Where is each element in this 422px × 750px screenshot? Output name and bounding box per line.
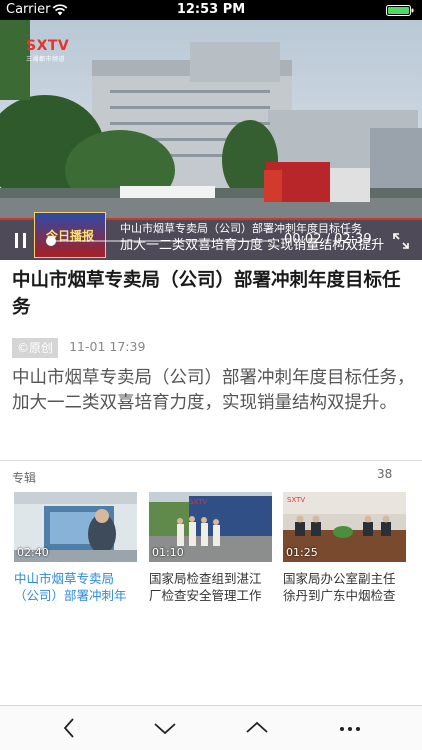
album-thumbnail: 02:40	[14, 492, 137, 562]
thumbnail-duration: 02:40	[17, 546, 49, 559]
watermark-subtext: 三湘都市频道	[26, 56, 66, 63]
next-article-button[interactable]	[153, 716, 177, 740]
thumbnail-duration: 01:10	[152, 546, 184, 559]
album-item-title: 国家局检查组到湛江厂检查安全管理工作	[149, 571, 262, 603]
chevron-down-icon	[154, 723, 176, 735]
video-player[interactable]: SXTV 三湘都市频道 今日播报 中山市烟草专卖局（公司）部署冲刺年度目标任务 …	[0, 20, 422, 260]
channel-watermark: SXTV 三湘都市频道	[26, 38, 69, 63]
original-badge: ©原创	[12, 338, 59, 358]
bottom-toolbar	[0, 705, 422, 750]
total-duration: 02:39	[334, 232, 372, 247]
article-summary: 中山市烟草专卖局（公司）部署冲刺年度目标任务，加大一二类双喜培育力度，实现销量结…	[12, 368, 415, 413]
publish-date: 11-01 17:39	[69, 339, 146, 354]
album-item-title: 中山市烟草专卖局（公司）部署冲刺年度目标	[14, 571, 127, 603]
album-item[interactable]: SXTV 01:10 国家局检查组到湛江厂检查安全管理工作	[149, 492, 272, 604]
status-bar: Carrier 12:53 PM	[0, 0, 422, 20]
clock: 12:53 PM	[176, 2, 246, 17]
back-button[interactable]	[58, 716, 82, 740]
album-item[interactable]: SXTV 01:25 国家局办公室副主任徐丹到广东中烟检查保密	[283, 492, 406, 604]
previous-article-button[interactable]	[245, 716, 269, 740]
article-meta: ©原创 11-01 17:39	[12, 337, 146, 358]
section-divider	[0, 460, 422, 461]
more-icon	[340, 727, 360, 731]
album-item-title: 国家局办公室副主任徐丹到广东中烟检查保密	[283, 571, 396, 603]
fullscreen-icon	[393, 233, 409, 249]
progress-bar[interactable]	[45, 236, 272, 246]
pause-button[interactable]	[10, 230, 32, 252]
progress-handle[interactable]	[45, 236, 56, 246]
program-logo: 今日播报	[34, 212, 106, 258]
svg-text:SXTV: SXTV	[287, 496, 305, 504]
album-count[interactable]: 38	[377, 467, 392, 481]
fullscreen-button[interactable]	[392, 232, 410, 250]
video-time: 00:02 / 02:39	[284, 232, 372, 247]
chevron-up-icon	[246, 721, 268, 733]
article-title: 中山市烟草专卖局（公司）部署冲刺年度目标任务	[12, 270, 401, 318]
thumbnail-duration: 01:25	[286, 546, 318, 559]
more-button[interactable]	[338, 716, 362, 740]
time-separator: /	[325, 232, 335, 247]
chevron-left-icon	[63, 718, 74, 738]
svg-text:SXTV: SXTV	[189, 498, 207, 506]
album-thumbnail: SXTV 01:25	[283, 492, 406, 562]
album-label: 专辑	[12, 471, 37, 485]
current-time: 00:02	[284, 232, 322, 247]
album-item[interactable]: 02:40 中山市烟草专卖局（公司）部署冲刺年度目标	[14, 492, 137, 604]
watermark-text: SXTV	[26, 38, 70, 54]
album-thumbnail: SXTV 01:10	[149, 492, 272, 562]
battery-icon	[386, 5, 414, 16]
